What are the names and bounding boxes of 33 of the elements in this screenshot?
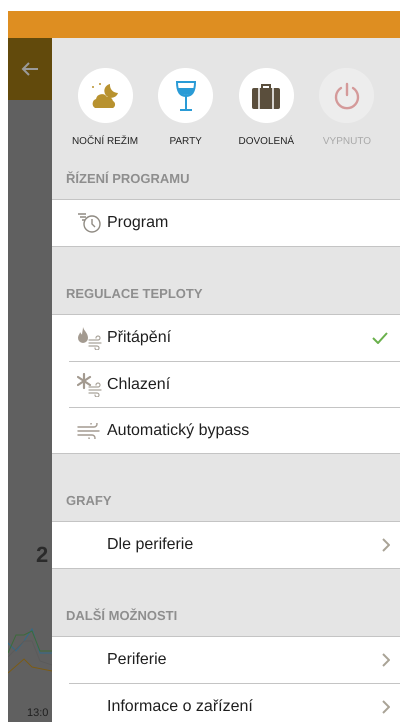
menu-item[interactable]: Informace o zařízení <box>69 683 400 722</box>
menu-item[interactable]: Chlazení <box>69 361 400 407</box>
mode-button[interactable]: PARTY <box>150 68 222 160</box>
item-label: Přitápění <box>107 328 172 348</box>
back-arrow-icon[interactable] <box>21 61 39 77</box>
menu-item[interactable]: Periferie <box>52 637 400 683</box>
section-header: ŘÍZENÍ PROGRAMU <box>66 170 190 188</box>
time-label: 13:0 <box>27 706 48 721</box>
menu-item[interactable]: Přitápění <box>52 315 400 361</box>
chevron-right-icon <box>382 653 390 667</box>
suitcase-icon <box>251 82 282 110</box>
item-label: Periferie <box>107 650 168 670</box>
section-header: REGULACE TEPLOTY <box>66 284 203 302</box>
menu-item[interactable]: Dle periferie <box>52 522 400 568</box>
menu-item[interactable]: Automatický bypass <box>69 407 400 453</box>
item-label: Chlazení <box>107 374 172 394</box>
section-header: DALŠÍ MOŽNOSTI <box>66 606 178 624</box>
section-header: GRAFY <box>66 492 112 510</box>
item-label: Dle periferie <box>107 535 194 555</box>
power-icon <box>332 82 361 110</box>
menu-item[interactable]: Program <box>52 200 400 246</box>
mode-button[interactable]: DOVOLENÁ <box>230 68 302 160</box>
moon-cloud-icon <box>90 80 120 110</box>
clock-icon <box>77 212 103 234</box>
wind-icon <box>77 422 101 438</box>
mode-button[interactable]: NOČNÍ REŽIM <box>69 68 141 160</box>
check-icon <box>372 332 388 344</box>
wine-glass-icon <box>174 80 197 112</box>
chevron-right-icon <box>382 700 390 714</box>
item-label: Program <box>107 213 170 233</box>
chevron-right-icon <box>382 538 390 552</box>
item-label: Informace o zařízení <box>107 696 254 716</box>
item-label: Automatický bypass <box>107 420 250 440</box>
